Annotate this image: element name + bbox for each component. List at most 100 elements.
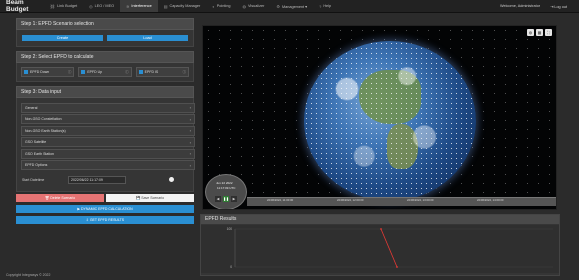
nav-pointing[interactable]: ◐ Pointing (206, 0, 236, 12)
signal-icon: ≋ (126, 3, 130, 9)
epfd-down-checkbox[interactable]: EPFD Down ⓘ (21, 67, 75, 77)
timeline-tick: 22/06/2022, 12:00:00 (337, 198, 364, 202)
delete-scenario-button[interactable]: 🗑 Delete Scenario (16, 193, 104, 202)
section-label: General (25, 105, 38, 110)
step1-header: Step 1: EPFD Scenario selection (16, 18, 194, 30)
start-datetime-label: Start Datetime (22, 177, 45, 182)
nav-leo-meo[interactable]: ◎ LEO / MEO (83, 0, 120, 12)
chevron-right-icon: › (189, 116, 191, 122)
copyright: Copyright Integrasys © 2022 (6, 273, 51, 277)
start-datetime-row: Start Datetime 2022/06/22 11:17:09 (17, 172, 193, 188)
load-button[interactable]: Load (107, 35, 188, 41)
step1-body: Create Load (16, 30, 194, 47)
earth-globe[interactable] (304, 41, 476, 201)
satellite-constellation (304, 41, 476, 201)
app-brand[interactable]: Beam Budget (0, 0, 44, 13)
data-point[interactable] (380, 228, 382, 230)
info-icon[interactable]: ⓘ (125, 70, 129, 75)
help-icon: ? (319, 3, 322, 9)
step2-body: EPFD Down ⓘ EPFD Up ⓘ EPFD IS ⓘ (16, 63, 194, 82)
logout-icon: ⇥ (550, 4, 554, 9)
data-point[interactable] (396, 266, 398, 268)
button-label: GET EPFD RESULTS (89, 217, 125, 222)
section-label: GSO Satellite (25, 140, 47, 144)
rewind-icon[interactable]: ◀ (215, 196, 221, 202)
scenario-buttons: 🗑 Delete Scenario 💾 Save Scenario (16, 193, 194, 202)
nav-link-budget[interactable]: ⛓ Link Budget (44, 0, 83, 12)
viewer-toolbar: ◍ ▦ ⛶ (527, 29, 552, 36)
create-button[interactable]: Create (22, 35, 103, 41)
chevron-right-icon: › (189, 151, 191, 156)
y-tick-label: 100 (227, 227, 233, 231)
nav-visualizer[interactable]: ◍ Visualizer (236, 0, 270, 12)
timeline-tick: 22/06/2022, 14:00:00 (477, 198, 504, 202)
logout-link[interactable]: ⇥ Log out (550, 4, 567, 9)
section-general[interactable]: General › (21, 102, 195, 113)
section-label: GSO Earth Station (25, 151, 54, 156)
chevron-right-icon: › (189, 139, 191, 145)
pause-icon[interactable]: ❚❚ (223, 196, 229, 202)
play-icon[interactable]: ▶ (231, 196, 237, 202)
start-datetime-input[interactable]: 2022/06/22 11:17:09 (68, 175, 126, 184)
timeline-tick: 22/06/2022, 13:00:00 (407, 198, 434, 202)
button-label: Save Scenario (141, 195, 165, 200)
fullscreen-icon[interactable]: ⛶ (545, 29, 552, 36)
section-non-gso-constellation[interactable]: Non-GSO Constellation › (21, 114, 195, 124)
step3-body: General › Non-GSO Constellation › Non-GSO … (16, 98, 195, 192)
nav-interference[interactable]: ≋ Interference (120, 0, 158, 12)
nav-label: Pointing (216, 4, 231, 8)
section-non-gso-earth-stations[interactable]: Non-GSO Earth Station(s) › (21, 125, 195, 136)
play-icon: ▶ (77, 206, 81, 211)
link-icon: ⛓ (50, 3, 56, 9)
section-label: Non-GSO Constellation (25, 117, 62, 121)
animation-time: 11:17:09 UTC (217, 186, 236, 190)
dynamic-epfd-calculation-button[interactable]: ▶ DYNAMIC EPFD CALCULATION (16, 204, 194, 213)
checkbox-checked (81, 70, 86, 74)
nav-label: Interference (131, 4, 152, 8)
chevron-right-icon: › (189, 105, 191, 110)
step2-header: Step 2: Select EPFD to calculate (16, 51, 194, 63)
globe-viewer[interactable]: ◍ ▦ ⛶ Jun 22 2022 11:17:09 UTC ◀ ❚❚ ▶ 22… (202, 25, 557, 210)
welcome-text: Welcome, Administrator (500, 4, 541, 8)
nav-label: Help (323, 4, 332, 8)
nav-help[interactable]: ? Help (313, 0, 337, 12)
save-scenario-button[interactable]: 💾 Save Scenario (106, 193, 194, 202)
nav-capacity-manager[interactable]: ▤ Capacity Manager (158, 0, 207, 12)
epfd-is-checkbox[interactable]: EPFD IS ⓘ (135, 67, 189, 77)
section-gso-satellite[interactable]: GSO Satellite › (21, 137, 195, 147)
user-area: Welcome, Administrator ⇥ Log out (500, 4, 579, 9)
section-gso-earth-station[interactable]: GSO Earth Station › (21, 148, 195, 159)
nav-label: Management ▾ (281, 4, 308, 9)
left-panel: Step 1: EPFD Scenario selection Create L… (16, 18, 195, 254)
epfd-results-panel: EPFD Results 0 100 (200, 214, 560, 276)
section-epfd-options[interactable]: EPFD Options › (21, 160, 195, 170)
epfd-up-checkbox[interactable]: EPFD Up ⓘ (78, 67, 132, 77)
orbit-icon: ◎ (89, 3, 93, 9)
nav-management[interactable]: ⚙ Management ▾ (270, 0, 313, 12)
epfd-chart[interactable]: 0 100 (201, 225, 559, 273)
button-label: Delete Scenario (50, 195, 76, 200)
nav-label: Visualizer (247, 4, 265, 8)
section-label: Non-GSO Earth Station(s) (25, 128, 66, 133)
top-navbar: Beam Budget ⛓ Link Budget ◎ LEO / MEO ≋ Int… (0, 0, 579, 13)
trash-icon: 🗑 (44, 195, 50, 200)
nav-label: LEO / MEO (94, 4, 115, 8)
results-header: EPFD Results (201, 215, 559, 224)
chevron-right-icon: › (189, 162, 191, 168)
checkbox-label: EPFD IS (144, 70, 159, 74)
info-icon[interactable]: ⓘ (182, 70, 186, 75)
timeline-bar[interactable]: 22/06/2022, 11:00:00 22/06/2022, 12:00:0… (247, 197, 556, 206)
series-line (380, 228, 398, 268)
globe-view-icon[interactable]: ◍ (527, 29, 534, 36)
y-tick-label: 0 (230, 265, 232, 269)
animation-widget[interactable]: Jun 22 2022 11:17:09 UTC ◀ ❚❚ ▶ (205, 174, 247, 209)
get-epfd-results-button[interactable]: ⇩ GET EPFD RESULTS (16, 215, 194, 224)
layers-icon[interactable]: ▦ (536, 29, 543, 36)
save-icon: 💾 (135, 195, 141, 200)
checkbox-label: EPFD Up (87, 70, 103, 74)
button-label: DYNAMIC EPFD CALCULATION (81, 206, 133, 211)
timeline-tick: 22/06/2022, 11:00:00 (267, 198, 294, 202)
chart-icon: ▤ (163, 3, 168, 9)
radio-toggle[interactable] (169, 177, 174, 182)
info-icon[interactable]: ⓘ (68, 70, 72, 75)
